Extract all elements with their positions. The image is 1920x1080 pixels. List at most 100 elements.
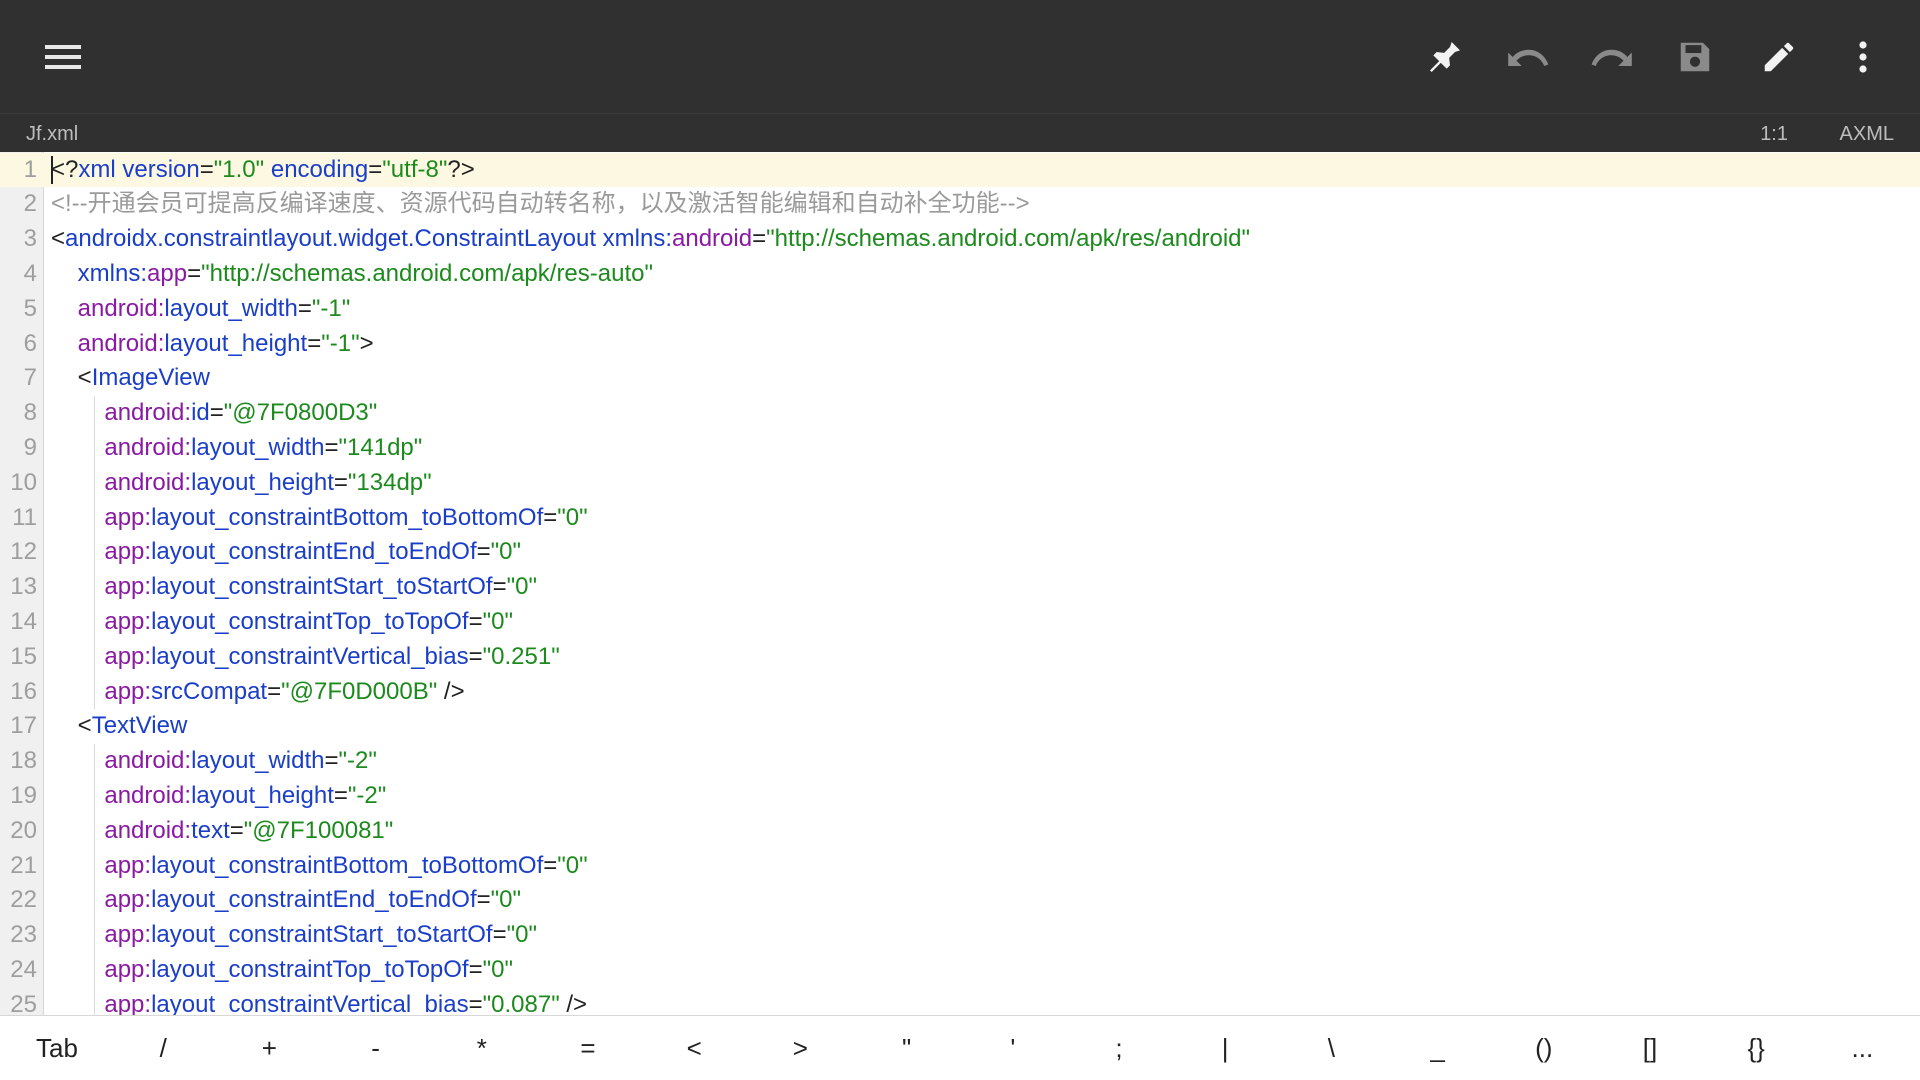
- code-text: xmlns:app="http://schemas.android.com/ap…: [51, 257, 653, 292]
- code-token: androidx.constraintlayout.widget.Constra…: [65, 225, 596, 253]
- code-line[interactable]: 7 <ImageView: [0, 361, 1920, 396]
- symbol-key[interactable]: _: [1385, 1016, 1491, 1080]
- symbol-key[interactable]: =: [535, 1016, 641, 1080]
- code-line[interactable]: 1 <?xml version="1.0" encoding="utf-8"?>: [0, 152, 1920, 188]
- more-icon: [1857, 40, 1869, 74]
- indent-guide: [94, 396, 95, 710]
- line-number: 1: [23, 155, 37, 183]
- code-token: "-1": [311, 294, 351, 322]
- symbol-key[interactable]: /: [110, 1016, 216, 1080]
- code-token: =: [492, 573, 507, 601]
- code-token: "-2": [338, 747, 377, 775]
- code-text: android:layout_width="-1": [51, 292, 351, 327]
- code-token: =: [199, 155, 214, 183]
- symbol-key[interactable]: []: [1597, 1016, 1703, 1080]
- undo-icon: [1506, 39, 1550, 75]
- symbol-key[interactable]: ...: [1809, 1016, 1915, 1080]
- symbol-key[interactable]: Tab: [4, 1016, 110, 1080]
- redo-button[interactable]: [1583, 28, 1641, 86]
- undo-button[interactable]: [1499, 28, 1557, 86]
- code-token: android:: [104, 468, 192, 496]
- code-token: android:: [77, 294, 165, 322]
- code-token: =: [297, 294, 312, 322]
- code-line[interactable]: 10 android:layout_height="134dp": [0, 466, 1920, 501]
- code-text: app:layout_constraintVertical_bias="0.08…: [51, 988, 587, 1015]
- code-token: "@7F0800D3": [223, 399, 378, 427]
- symbol-key[interactable]: +: [216, 1016, 322, 1080]
- line-number: 20: [10, 816, 37, 844]
- code-line[interactable]: 12 app:layout_constraintEnd_toEndOf="0": [0, 535, 1920, 570]
- code-line[interactable]: 22 app:layout_constraintEnd_toEndOf="0": [0, 883, 1920, 918]
- symbol-key[interactable]: ": [854, 1016, 960, 1080]
- code-token: layout_constraintTop_toTopOf: [151, 955, 469, 983]
- code-line[interactable]: 14 app:layout_constraintTop_toTopOf="0": [0, 605, 1920, 640]
- code-line[interactable]: 4 xmlns:app="http://schemas.android.com/…: [0, 257, 1920, 292]
- code-line[interactable]: 2 <!--开通会员可提高反编译速度、资源代码自动转名称，以及激活智能编辑和自动补…: [0, 187, 1920, 222]
- code-token: app:: [104, 851, 152, 879]
- code-token: layout_constraintStart_toStartOf: [151, 921, 493, 949]
- code-token: =: [324, 747, 339, 775]
- code-text: <ImageView: [51, 361, 210, 396]
- code-line[interactable]: 24 app:layout_constraintTop_toTopOf="0": [0, 953, 1920, 988]
- save-icon: [1676, 38, 1714, 76]
- code-token: layout_constraintVertical_bias: [151, 642, 469, 670]
- code-token: >: [359, 329, 374, 357]
- code-line[interactable]: 19 android:layout_height="-2": [0, 779, 1920, 814]
- code-line[interactable]: 16 app:srcCompat="@7F0D000B" />: [0, 675, 1920, 710]
- code-token: =: [368, 155, 383, 183]
- code-line[interactable]: 17 <TextView: [0, 709, 1920, 744]
- symbol-key[interactable]: {}: [1703, 1016, 1809, 1080]
- code-editor[interactable]: 1 <?xml version="1.0" encoding="utf-8"?> 2…: [0, 152, 1920, 1015]
- symbol-key[interactable]: ;: [1066, 1016, 1172, 1080]
- symbol-key[interactable]: ': [960, 1016, 1066, 1080]
- code-line[interactable]: 13 app:layout_constraintStart_toStartOf=…: [0, 570, 1920, 605]
- code-token: "0.251": [482, 642, 560, 670]
- symbol-key[interactable]: \: [1278, 1016, 1384, 1080]
- code-token: android:: [104, 816, 192, 844]
- line-number: 6: [23, 329, 37, 357]
- line-number: 3: [23, 225, 37, 253]
- more-options-button[interactable]: [1834, 28, 1892, 86]
- code-text: android:layout_width="-2": [51, 744, 377, 779]
- symbol-key[interactable]: <: [641, 1016, 747, 1080]
- indent-guide: [94, 744, 95, 1015]
- pin-button[interactable]: [1416, 28, 1474, 86]
- code-line[interactable]: 23 app:layout_constraintStart_toStartOf=…: [0, 918, 1920, 953]
- code-token: version: [122, 155, 200, 183]
- code-line[interactable]: 25 app:layout_constraintVertical_bias="0…: [0, 988, 1920, 1015]
- code-line[interactable]: 5 android:layout_width="-1": [0, 292, 1920, 327]
- code-token: "0.087": [482, 990, 560, 1015]
- code-line[interactable]: 20 android:text="@7F100081": [0, 814, 1920, 849]
- symbol-key[interactable]: (): [1491, 1016, 1597, 1080]
- code-line[interactable]: 15 app:layout_constraintVertical_bias="0…: [0, 640, 1920, 675]
- line-number: 4: [23, 259, 37, 287]
- code-line[interactable]: 3 <androidx.constraintlayout.widget.Const…: [0, 222, 1920, 257]
- symbol-key[interactable]: |: [1172, 1016, 1278, 1080]
- code-line[interactable]: 6 android:layout_height="-1">: [0, 327, 1920, 362]
- code-text: app:layout_constraintBottom_toBottomOf="…: [51, 501, 587, 536]
- syntax-language[interactable]: AXML: [1840, 123, 1894, 146]
- code-line[interactable]: 11 app:layout_constraintBottom_toBottomO…: [0, 501, 1920, 536]
- code-text: <TextView: [51, 709, 188, 744]
- symbol-key[interactable]: >: [747, 1016, 853, 1080]
- edit-button[interactable]: [1750, 28, 1808, 86]
- code-token: id: [191, 399, 210, 427]
- code-line[interactable]: 8 android:id="@7F0800D3": [0, 396, 1920, 431]
- code-token: app:: [104, 538, 152, 566]
- symbol-key[interactable]: *: [429, 1016, 535, 1080]
- code-line[interactable]: 9 android:layout_width="141dp": [0, 431, 1920, 466]
- symbol-key[interactable]: -: [323, 1016, 429, 1080]
- code-token: =: [468, 642, 483, 670]
- code-token: =: [333, 468, 348, 496]
- menu-button[interactable]: [34, 28, 92, 86]
- save-button[interactable]: [1666, 28, 1724, 86]
- code-line[interactable]: 21 app:layout_constraintBottom_toBottomO…: [0, 849, 1920, 884]
- line-number: 5: [23, 294, 37, 322]
- code-line[interactable]: 18 android:layout_width="-2": [0, 744, 1920, 779]
